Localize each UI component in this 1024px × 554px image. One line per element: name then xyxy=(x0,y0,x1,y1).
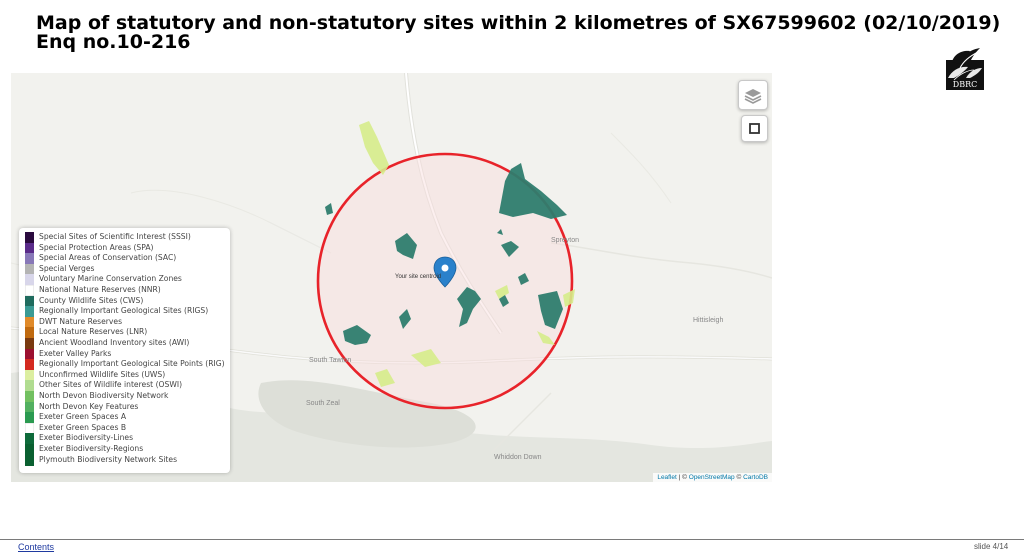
dbrc-logo: DBRC xyxy=(944,40,988,90)
legend-swatch xyxy=(25,274,34,286)
leaflet-link[interactable]: Leaflet xyxy=(657,474,677,481)
legend-swatch xyxy=(25,338,34,349)
legend-swatch xyxy=(25,253,34,265)
slide-number: slide 4/14 xyxy=(974,542,1009,551)
place-hittisleigh: Hittisleigh xyxy=(693,317,724,324)
legend-swatch xyxy=(25,263,34,275)
square-icon xyxy=(749,123,760,134)
legend-swatch xyxy=(25,295,34,307)
contents-link[interactable]: Contents xyxy=(18,542,54,552)
osm-link[interactable]: OpenStreetMap xyxy=(689,474,735,481)
place-south-zeal: South Zeal xyxy=(306,400,340,407)
marker-label: Your site centroid xyxy=(395,274,442,280)
legend-swatch xyxy=(25,422,34,434)
carto-link[interactable]: CartoDB xyxy=(743,474,768,481)
attribution-separator-2: © xyxy=(734,474,744,481)
footer-divider xyxy=(0,539,1024,540)
legend-swatch xyxy=(25,306,34,318)
map-view[interactable]: Your site centroid Spreyton Hittisleigh … xyxy=(11,73,772,482)
slide-title: Map of statutory and non-statutory sites… xyxy=(36,14,1000,52)
place-spreyton: Spreyton xyxy=(551,237,580,244)
legend-label: Plymouth Biodiversity Network Sites xyxy=(39,454,178,464)
place-whiddon-down: Whiddon Down xyxy=(494,454,542,461)
legend-swatch xyxy=(25,369,34,381)
legend-swatch xyxy=(25,232,34,243)
legend-swatch xyxy=(25,242,34,254)
title-line-2: Enq no.10-216 xyxy=(36,31,191,53)
legend-swatch xyxy=(25,380,34,392)
map-attribution: Leaflet | © OpenStreetMap © CartoDB xyxy=(653,473,772,482)
map-legend: Special Sites of Scientific Interest (SS… xyxy=(19,228,230,473)
layers-control-button[interactable] xyxy=(738,80,768,110)
draw-rectangle-button[interactable] xyxy=(741,115,768,142)
legend-swatch xyxy=(25,348,34,360)
legend-swatch xyxy=(25,316,34,328)
place-south-tawton: South Tawton xyxy=(309,357,352,364)
legend-swatch xyxy=(25,285,34,296)
attribution-separator-1: | © xyxy=(676,474,689,481)
legend-swatch xyxy=(25,401,34,413)
legend-swatch xyxy=(25,433,34,445)
legend-swatch xyxy=(25,444,34,455)
legend-swatch xyxy=(25,391,34,402)
legend-swatch xyxy=(25,327,34,339)
legend-swatch xyxy=(25,412,34,424)
legend-swatch xyxy=(25,359,34,371)
logo-text: DBRC xyxy=(953,80,977,89)
legend-swatch xyxy=(25,454,34,466)
layers-icon xyxy=(744,89,762,104)
